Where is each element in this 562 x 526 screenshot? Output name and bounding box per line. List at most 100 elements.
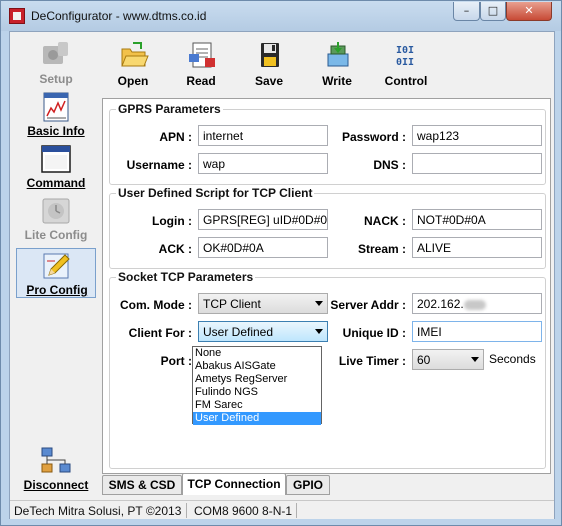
sidebar-item-pro-config[interactable]: Pro Config bbox=[16, 248, 96, 298]
write-label: Write bbox=[322, 74, 352, 88]
dns-input[interactable] bbox=[412, 153, 542, 174]
redacted-blur bbox=[463, 299, 486, 310]
socket-group-title: Socket TCP Parameters bbox=[116, 270, 256, 284]
status-divider bbox=[296, 503, 297, 518]
dns-label: DNS : bbox=[373, 158, 406, 172]
username-input[interactable]: wap bbox=[198, 153, 328, 174]
login-label: Login : bbox=[152, 214, 192, 228]
sidebar-item-label: Setup bbox=[39, 72, 73, 86]
tab-gpio[interactable]: GPIO bbox=[286, 475, 330, 495]
apn-label: APN : bbox=[159, 130, 192, 144]
close-button[interactable]: ✕ bbox=[506, 2, 552, 21]
binary-control-icon: I0I 0II bbox=[396, 45, 414, 68]
unique-id-label: Unique ID : bbox=[342, 326, 406, 340]
sidebar-item-setup[interactable]: Setup bbox=[16, 38, 96, 88]
sidebar-item-label: Command bbox=[26, 176, 86, 190]
sidebar: Setup Basic Info Command Lite Config Pro… bbox=[10, 32, 98, 498]
control-label: Control bbox=[384, 74, 428, 88]
dropdown-option-ametys[interactable]: Ametys RegServer bbox=[193, 373, 321, 386]
ack-label: ACK : bbox=[158, 242, 192, 256]
client-area: Setup Basic Info Command Lite Config Pro… bbox=[9, 31, 555, 519]
app-logo-icon[interactable] bbox=[9, 8, 25, 24]
sidebar-item-label: Disconnect bbox=[23, 478, 89, 492]
sidebar-item-basic-info[interactable]: Basic Info bbox=[16, 90, 96, 140]
client-for-select[interactable]: User Defined bbox=[198, 321, 328, 342]
chevron-down-icon bbox=[471, 357, 479, 362]
read-button[interactable]: Read bbox=[171, 38, 231, 88]
live-timer-label: Live Timer : bbox=[338, 354, 406, 368]
username-label: Username : bbox=[126, 158, 192, 172]
sidebar-item-label: Lite Config bbox=[24, 228, 88, 242]
open-label: Open bbox=[117, 74, 149, 88]
title-bar[interactable]: DeConfigurator - www.dtms.co.id – □ ✕ bbox=[1, 1, 561, 31]
network-disconnect-icon bbox=[41, 447, 71, 473]
status-company: DeTech Mitra Solusi, PT ©2013 bbox=[14, 504, 182, 518]
com-mode-label: Com. Mode : bbox=[120, 298, 192, 312]
apn-input[interactable]: internet bbox=[198, 125, 328, 146]
pro-config-panel: GPRS Parameters APN : internet Password … bbox=[102, 98, 551, 474]
nack-input[interactable]: NOT#0D#0A bbox=[412, 209, 542, 230]
ack-input[interactable]: OK#0D#0A bbox=[198, 237, 328, 258]
dropdown-option-fulindo[interactable]: Fulindo NGS bbox=[193, 386, 321, 399]
com-mode-value: TCP Client bbox=[203, 297, 261, 311]
sidebar-item-disconnect[interactable]: Disconnect bbox=[16, 444, 96, 494]
app-window: DeConfigurator - www.dtms.co.id – □ ✕ Se… bbox=[0, 0, 562, 526]
status-bar: DeTech Mitra Solusi, PT ©2013 COM8 9600 … bbox=[10, 500, 554, 519]
sidebar-item-label: Pro Config bbox=[26, 283, 88, 297]
live-timer-unit: Seconds bbox=[489, 352, 536, 366]
script-group-title: User Defined Script for TCP Client bbox=[116, 186, 315, 200]
window-command-icon bbox=[41, 145, 71, 173]
dropdown-option-user-defined[interactable]: User Defined bbox=[193, 412, 321, 425]
svg-text:0II: 0II bbox=[396, 57, 414, 68]
maximize-button[interactable]: □ bbox=[480, 2, 506, 21]
tcp-script-group: User Defined Script for TCP Client Login… bbox=[109, 186, 546, 269]
server-addr-value: 202.162. bbox=[417, 297, 464, 311]
sidebar-item-label: Basic Info bbox=[27, 124, 85, 138]
stream-label: Stream : bbox=[357, 242, 406, 256]
pencil-config-icon bbox=[43, 253, 70, 279]
server-addr-label: Server Addr : bbox=[330, 298, 406, 312]
sidebar-item-lite-config[interactable]: Lite Config bbox=[16, 194, 96, 244]
stream-input[interactable]: ALIVE bbox=[412, 237, 542, 258]
read-label: Read bbox=[186, 74, 216, 88]
gear-setup-icon bbox=[43, 42, 68, 64]
floppy-save-icon bbox=[261, 43, 279, 67]
folder-open-icon bbox=[121, 42, 149, 67]
login-input[interactable]: GPRS[REG] uID#0D#0A bbox=[198, 209, 328, 230]
client-for-dropdown-list[interactable]: None Abakus AISGate Ametys RegServer Ful… bbox=[192, 346, 322, 425]
sidebar-item-command[interactable]: Command bbox=[16, 142, 96, 192]
socket-tcp-group: Socket TCP Parameters Com. Mode : TCP Cl… bbox=[109, 270, 546, 469]
client-for-label: Client For : bbox=[128, 326, 192, 340]
gprs-group-title: GPRS Parameters bbox=[116, 102, 223, 116]
clock-config-icon bbox=[42, 198, 70, 224]
server-addr-input[interactable]: 202.162. bbox=[412, 293, 542, 314]
dropdown-option-none[interactable]: None bbox=[193, 347, 321, 360]
tab-tcp-connection[interactable]: TCP Connection bbox=[182, 473, 286, 495]
password-input[interactable]: wap123 bbox=[412, 125, 542, 146]
window-title: DeConfigurator - www.dtms.co.id bbox=[31, 9, 207, 23]
password-label: Password : bbox=[341, 130, 406, 144]
com-mode-select[interactable]: TCP Client bbox=[198, 293, 328, 314]
unique-id-input[interactable]: IMEI bbox=[412, 321, 542, 342]
chart-info-icon bbox=[43, 92, 69, 122]
document-read-icon bbox=[189, 42, 215, 68]
svg-text:I0I: I0I bbox=[396, 45, 414, 56]
save-label: Save bbox=[254, 74, 284, 88]
minimize-button[interactable]: – bbox=[453, 2, 480, 21]
live-timer-select[interactable]: 60 bbox=[412, 349, 484, 370]
status-port: COM8 9600 8-N-1 bbox=[194, 504, 293, 518]
dropdown-option-fm-sarec[interactable]: FM Sarec bbox=[193, 399, 321, 412]
control-button[interactable]: I0I 0II Control bbox=[376, 38, 436, 88]
client-for-value: User Defined bbox=[203, 325, 274, 339]
chip-write-icon bbox=[327, 42, 349, 67]
nack-label: NACK : bbox=[364, 214, 406, 228]
dropdown-option-abakus[interactable]: Abakus AISGate bbox=[193, 360, 321, 373]
port-label: Port : bbox=[160, 354, 192, 368]
save-button[interactable]: Save bbox=[239, 38, 299, 88]
tab-sms-csd[interactable]: SMS & CSD bbox=[102, 475, 182, 495]
open-button[interactable]: Open bbox=[103, 38, 163, 88]
status-divider bbox=[186, 503, 187, 518]
gprs-parameters-group: GPRS Parameters APN : internet Password … bbox=[109, 102, 546, 185]
write-button[interactable]: Write bbox=[307, 38, 367, 88]
live-timer-value: 60 bbox=[417, 353, 431, 367]
